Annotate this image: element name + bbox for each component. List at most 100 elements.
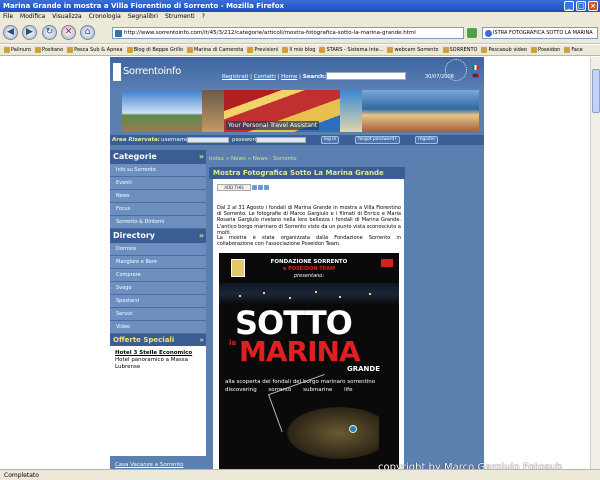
register-button[interactable]: register [415,136,439,144]
poster-line: e POSEIDON TEAM [283,266,335,272]
addthis-widget[interactable]: ADD THIS [217,184,277,191]
sidebar-item-comprare[interactable]: Comprare [110,269,206,282]
sidebar-item-news[interactable]: News [110,190,206,203]
menu-visualizza[interactable]: Visualizza [52,12,82,22]
bookmark-item[interactable]: Face [564,45,583,55]
forward-icon[interactable]: ▶ [22,25,37,40]
fish-photo [267,373,379,463]
share-icon[interactable] [252,185,257,190]
maximize-icon[interactable]: □ [576,1,586,11]
banner-photo: Your Personal Travel Assistant [224,90,340,132]
chevron-double-down-icon[interactable]: » [199,150,204,164]
sidebar-item-dintorni[interactable]: Sorrento & Dintorni [110,216,206,229]
site-logo[interactable]: Sorrentoinfo [123,66,181,77]
sidebar-item-eventi[interactable]: Eventi [110,177,206,190]
sidebar-item-focus[interactable]: Focus [110,203,206,216]
home-icon[interactable]: ⌂ [80,25,95,40]
clock-icon [445,59,467,81]
menu-modifica[interactable]: Modifica [20,12,45,22]
banner-photo [122,90,202,132]
bookmark-item[interactable]: STARS - Sistema inte... [319,45,383,55]
bookmark-item[interactable]: Marina di Camerota [187,45,243,55]
article-content: ADD THIS Dal 2 al 31 Agosto i fondali di… [213,179,404,469]
bookmark-item[interactable]: Blog di Beppe Grillo [126,45,183,55]
page-viewport: Sorrentoinfo Registrati | Contatti | Hom… [0,57,590,469]
url-bar[interactable]: http://www.sorrentoinfo.com/it/45/3/212/… [112,27,464,39]
login-button[interactable]: log in [321,136,340,144]
search-bar[interactable]: ISTRA FOTOGRAFICA SOTTO LA MARINA [482,27,598,39]
chevron-double-down-icon[interactable]: » [199,334,204,346]
poster-line: FONDAZIONE SORRENTO [270,259,348,265]
sidebar-item-info[interactable]: Info su Sorrento [110,164,206,177]
sidebar-item-svago[interactable]: Svago [110,282,206,295]
close-icon[interactable]: × [588,1,598,11]
reload-icon[interactable]: ↻ [42,25,57,40]
addthis-button[interactable]: ADD THIS [217,184,251,191]
url-text: http://www.sorrentoinfo.com/it/45/3/212/… [124,30,416,36]
bookmark-item[interactable]: Pescasub video [481,45,527,55]
english-flag-icon[interactable] [472,73,479,78]
bookmarks-toolbar: Palinuro Positano Pesca Sub & Apnea Blog… [0,45,600,56]
nav-registrati[interactable]: Registrati [222,74,248,80]
breadcrumb[interactable]: Index » News » News - Sorrento [209,156,297,162]
title-bar: Marina Grande in mostra a Villa Fiorenti… [0,0,600,12]
sidebar-item-servizi[interactable]: Servizi [110,308,206,321]
go-icon[interactable] [467,28,477,38]
bookmark-item[interactable]: Previsioni [247,45,278,55]
sidebar-item-dormire[interactable]: Dormire [110,243,206,256]
bookmark-item[interactable]: Il mio blog [282,45,315,55]
banner-photo [362,90,479,132]
bookmark-item[interactable]: Poseidon [530,45,560,55]
offerta-footer-link[interactable]: Casa Vacanze a Sorrento [115,462,183,468]
italian-flag-icon[interactable] [472,65,479,70]
bookmark-icon [319,47,326,53]
nav-contatti[interactable]: Contatti [254,74,276,80]
vertical-scrollbar[interactable] [590,57,600,469]
chevron-double-down-icon[interactable]: » [199,229,204,243]
menu-strumenti[interactable]: Strumenti [165,12,195,22]
offerte-title: Offerte Speciali [113,336,175,344]
share-icon[interactable] [258,185,263,190]
share-icon[interactable] [264,185,269,190]
sidebar-item-spostarsi[interactable]: Spostarsi [110,295,206,308]
sidebar-item-mangiare[interactable]: Mangiare e Bere [110,256,206,269]
bookmark-icon [4,47,10,53]
bookmark-item[interactable]: SORRENTO [442,45,477,55]
bookmark-item[interactable]: Positano [34,45,63,55]
search-text: ISTRA FOTOGRAFICA SOTTO LA MARINA [493,30,593,36]
bookmark-icon [34,47,41,53]
nav-home[interactable]: Home [281,74,297,80]
bookmark-item[interactable]: Palinuro [4,45,31,55]
bookmark-item[interactable]: Pesca Sub & Apnea [67,45,123,55]
google-icon [485,30,492,37]
bookmark-item[interactable]: webcam Sorrento [387,45,439,55]
banner-photo [202,90,224,132]
fish-eye [349,425,357,433]
status-text: Completato [4,472,39,479]
offerte-box: Hotel 3 Stelle Economico Hotel panoramic… [110,346,206,456]
bookmark-icon [530,47,537,53]
poster-article: la [229,339,237,347]
username-input[interactable] [187,137,229,143]
offerta-link[interactable]: Hotel 3 Stelle Economico [115,350,201,357]
back-icon[interactable]: ◀ [3,25,18,40]
stop-icon[interactable]: ✕ [61,25,76,40]
sidebar-item-video[interactable]: Video [110,321,206,334]
page-title: Mostra Fotografica Sotto La Marina Grand… [209,167,405,179]
offerte-header: Offerte Speciali » [110,334,206,346]
minimize-icon[interactable]: _ [564,1,574,11]
menu-cronologia[interactable]: Cronologia [89,12,121,22]
forgot-password-button[interactable]: forgot password? [355,136,400,144]
site-search-input[interactable] [326,72,406,80]
poster-title: GRANDE [347,365,381,373]
menu-help[interactable]: ? [202,12,205,22]
browser-window: Marina Grande in mostra a Villa Fiorenti… [0,0,600,480]
directory-title: Directory [113,231,155,240]
offerta-description: Hotel panoramico a Massa Lubrense [115,357,189,370]
bookmark-icon [282,47,289,53]
password-input[interactable] [256,137,306,143]
menu-file[interactable]: File [3,12,13,22]
right-column [408,167,484,469]
menu-segnalibri[interactable]: Segnalibri [128,12,158,22]
scrollbar-thumb[interactable] [592,69,600,113]
